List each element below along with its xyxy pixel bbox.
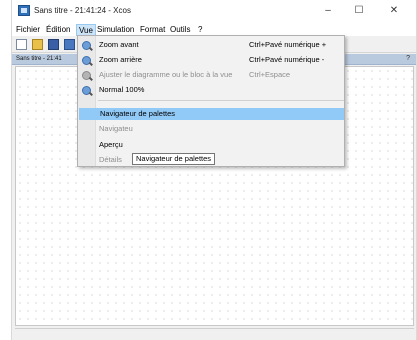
- menu-item-shortcut: Ctrl+Pavé numérique -: [249, 55, 325, 64]
- menu-item-label: Zoom avant: [99, 40, 139, 49]
- menu-item-label: Ajuster le diagramme ou le bloc à la vue: [99, 70, 233, 79]
- menu-item-normal-100[interactable]: Normal 100%: [78, 84, 344, 96]
- minimize-button[interactable]: –: [314, 3, 342, 19]
- menu-item-palette-browser[interactable]: Navigateur de palettes: [79, 108, 344, 120]
- diagram-tab[interactable]: Sans titre - 21:41: [16, 56, 62, 62]
- zoom-out-icon: [82, 56, 91, 65]
- save-icon[interactable]: [48, 39, 59, 50]
- menu-item-label: Détails: [99, 155, 122, 164]
- menu-item-shortcut: Ctrl+Pavé numérique +: [249, 40, 327, 49]
- menu-item-label: Navigateu: [99, 124, 133, 133]
- menu-item-label: Aperçu: [99, 140, 123, 149]
- menu-item-fit-diagram[interactable]: Ajuster le diagramme ou le bloc à la vue…: [78, 69, 344, 81]
- menu-item-shortcut: Ctrl+Espace: [249, 70, 291, 79]
- menu-item-apercu[interactable]: Aperçu: [78, 139, 344, 151]
- save-as-icon[interactable]: [64, 39, 75, 50]
- menu-item-navigator[interactable]: Navigateu: [78, 123, 344, 135]
- zoom-fit-icon: [82, 71, 91, 80]
- xcos-app-icon: [18, 5, 30, 16]
- title-bar[interactable]: Sans titre - 21:41:24 - Xcos – ☐ ✕: [12, 0, 416, 22]
- menu-edition[interactable]: Édition: [44, 24, 72, 36]
- menu-item-zoom-in[interactable]: Zoom avant Ctrl+Pavé numérique +: [78, 39, 344, 51]
- zoom-normal-icon: [82, 86, 91, 95]
- menu-bar: Fichier Édition Vue Simulation Format Ou…: [12, 22, 416, 36]
- menu-fichier[interactable]: Fichier: [14, 24, 42, 36]
- menu-item-zoom-out[interactable]: Zoom arrière Ctrl+Pavé numérique -: [78, 54, 344, 66]
- view-menu-dropdown: Zoom avant Ctrl+Pavé numérique + Zoom ar…: [77, 35, 345, 167]
- tooltip: Navigateur de palettes: [132, 153, 216, 165]
- tab-help-icon[interactable]: ?: [406, 55, 410, 62]
- close-button[interactable]: ✕: [380, 3, 408, 19]
- status-bar: [15, 328, 414, 340]
- menu-separator: [98, 100, 344, 101]
- maximize-button[interactable]: ☐: [345, 3, 373, 19]
- open-folder-icon[interactable]: [32, 39, 43, 50]
- menu-item-label: Zoom arrière: [99, 55, 142, 64]
- zoom-in-icon: [82, 41, 91, 50]
- menu-item-label: Normal 100%: [99, 85, 145, 94]
- menu-item-label: Navigateur de palettes: [100, 109, 176, 118]
- window-title: Sans titre - 21:41:24 - Xcos: [34, 6, 131, 15]
- new-diagram-icon[interactable]: [16, 39, 27, 50]
